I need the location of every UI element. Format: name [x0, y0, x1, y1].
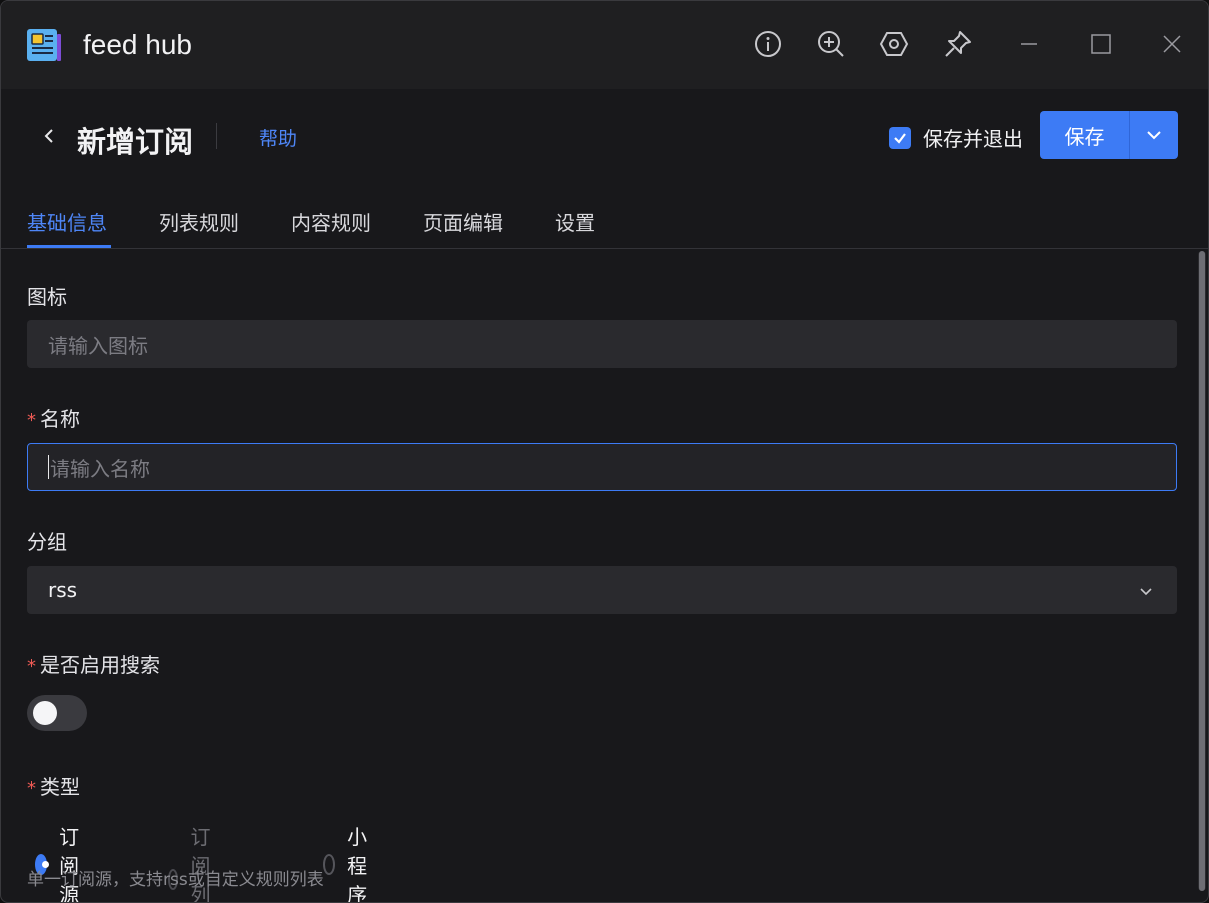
name-input[interactable]: 请输入名称	[27, 443, 1177, 491]
radio-label: 订阅源	[59, 825, 80, 903]
app-title: feed hub	[83, 29, 192, 60]
required-mark: *	[27, 410, 36, 431]
active-tab-indicator	[27, 245, 111, 248]
text-caret	[48, 455, 49, 479]
hexagon-settings-icon[interactable]	[879, 29, 909, 59]
group-select-value: rss	[48, 578, 78, 602]
tab-bar: 基础信息 列表规则 内容规则 页面编辑 设置	[1, 185, 1208, 249]
title-divider	[216, 123, 217, 149]
scrollbar[interactable]	[1198, 251, 1206, 891]
minimize-icon[interactable]	[1014, 29, 1044, 59]
type-hint: 单一订阅源，支持rss或自定义规则列表	[27, 870, 324, 890]
checkbox-checked-icon	[889, 126, 911, 149]
save-button[interactable]: 保存	[1040, 111, 1129, 159]
chevron-down-icon	[1147, 131, 1161, 140]
group-field-label: 分组	[27, 530, 67, 554]
close-icon[interactable]	[1157, 29, 1187, 59]
save-and-exit-checkbox[interactable]: 保存并退出	[889, 123, 1023, 152]
pin-icon[interactable]	[943, 29, 973, 59]
scrollbar-thumb[interactable]	[1199, 251, 1205, 891]
app-logo-icon	[24, 26, 64, 64]
tab-page-edit[interactable]: 页面编辑	[423, 207, 503, 236]
tab-settings[interactable]: 设置	[555, 207, 595, 236]
search-field-label: * 是否启用搜索	[27, 649, 160, 678]
help-link[interactable]: 帮助	[259, 124, 297, 151]
tab-basic-info[interactable]: 基础信息	[27, 207, 107, 236]
page-title: 新增订阅	[77, 125, 194, 159]
title-bar: feed hub	[1, 1, 1208, 89]
radio-feed-source[interactable]: 订阅源	[35, 821, 88, 903]
required-mark: *	[27, 778, 36, 799]
search-toggle[interactable]	[27, 695, 87, 731]
required-mark: *	[27, 656, 36, 677]
search-label-text: 是否启用搜索	[40, 653, 160, 677]
toggle-knob	[33, 701, 57, 725]
icon-input[interactable]: 请输入图标	[27, 320, 1177, 368]
save-and-exit-label: 保存并退出	[923, 127, 1023, 151]
zoom-in-icon[interactable]	[816, 29, 846, 59]
tab-list-rules[interactable]: 列表规则	[159, 207, 239, 236]
radio-label: 小程序	[347, 825, 368, 903]
chevron-left-icon	[44, 129, 53, 143]
info-icon[interactable]	[753, 29, 783, 59]
radio-unselected-icon	[323, 854, 336, 875]
app-window: feed hub 新增订阅 帮助 保存并退出 保存 基础信息 列表规则 内容规则…	[0, 0, 1209, 903]
tab-content-rules[interactable]: 内容规则	[291, 207, 371, 236]
name-input-placeholder: 请输入名称	[50, 456, 150, 481]
type-field-label: * 类型	[27, 771, 80, 800]
icon-input-placeholder: 请输入图标	[48, 333, 148, 358]
chevron-down-icon	[1140, 588, 1152, 596]
radio-feed-list: 订阅列表	[168, 821, 221, 903]
icon-field-label: 图标	[27, 285, 67, 309]
page-header: 新增订阅 帮助 保存并退出 保存	[1, 89, 1208, 185]
name-field-label: * 名称	[27, 403, 80, 432]
back-button[interactable]	[37, 123, 61, 149]
basic-info-form: 图标 请输入图标 * 名称 请输入名称 分组 rss * 是否启用搜索 * 类型 订阅…	[1, 249, 1208, 903]
name-label-text: 名称	[40, 407, 80, 431]
group-select[interactable]: rss	[27, 566, 1177, 614]
radio-label: 订阅列表	[190, 825, 211, 903]
maximize-icon[interactable]	[1086, 29, 1116, 59]
save-dropdown-button[interactable]	[1130, 111, 1178, 159]
radio-mini-program[interactable]: 小程序	[323, 821, 376, 903]
save-button-group: 保存	[1040, 111, 1178, 159]
type-label-text: 类型	[40, 775, 80, 799]
